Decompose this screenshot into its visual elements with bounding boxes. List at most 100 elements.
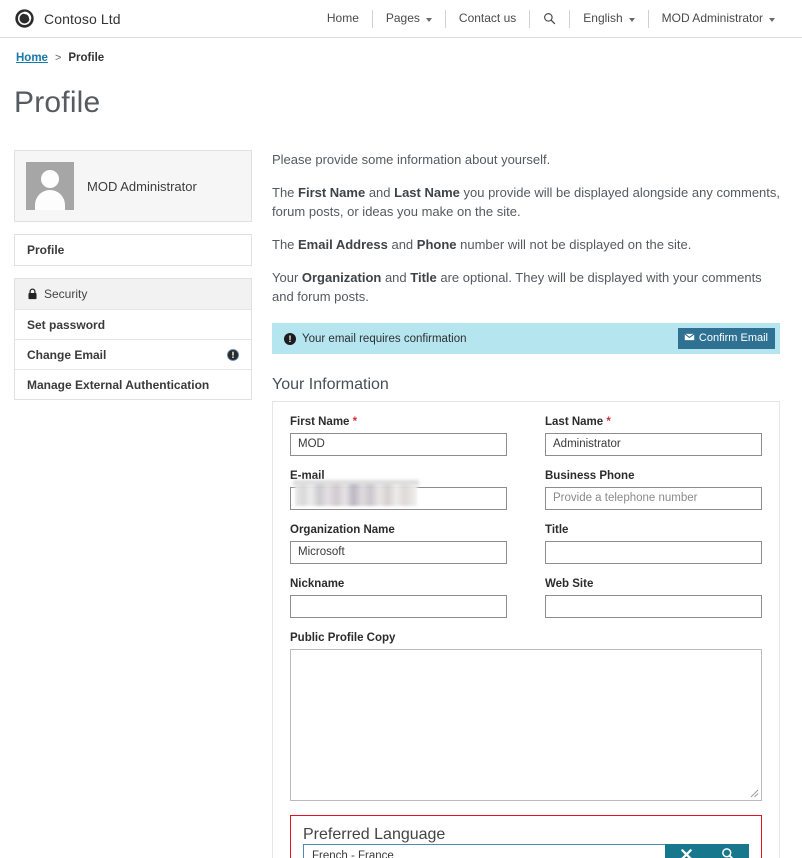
preferred-language-input[interactable]: French - France	[303, 844, 665, 858]
nav-item-home[interactable]: Home	[314, 0, 372, 37]
confirm-email-button[interactable]: Confirm Email	[677, 328, 775, 349]
text-fragment: Your	[272, 270, 302, 285]
intro-paragraph-4: Your Organization and Title are optional…	[272, 268, 780, 306]
envelope-icon	[683, 332, 695, 344]
field-email: E-mail	[290, 470, 507, 510]
intro-paragraph-1: Please provide some information about yo…	[272, 152, 551, 167]
page-layout: MOD Administrator Profile Security Set p…	[0, 150, 802, 858]
navbar-menu: Home Pages Contact us English MOD Admini…	[314, 0, 788, 37]
chevron-down-icon	[628, 17, 635, 22]
email-input[interactable]	[290, 480, 507, 510]
preferred-language-search-button[interactable]	[707, 844, 749, 858]
business-phone-input[interactable]: Provide a telephone number	[545, 487, 762, 510]
field-label-last-name: Last Name *	[545, 416, 762, 428]
alert-message: Your email requires confirmation	[302, 332, 467, 345]
nav-item-label: Pages	[385, 11, 420, 25]
label-text: Last Name	[545, 416, 604, 428]
redaction-overlay	[295, 484, 417, 506]
text-bold-first-name: First Name	[298, 185, 366, 200]
label-text: Organization Name	[290, 524, 395, 536]
email-confirmation-alert: ! Your email requires confirmation Confi…	[272, 323, 780, 354]
intro-paragraph-3: The Email Address and Phone number will …	[272, 235, 780, 254]
form-row-org-title: Organization Name Microsoft Title	[290, 524, 762, 564]
required-marker: *	[352, 416, 358, 428]
organization-name-input[interactable]: Microsoft	[290, 541, 507, 564]
text-fragment: and	[387, 237, 417, 252]
text-bold-email-address: Email Address	[298, 237, 388, 252]
field-first-name: First Name * MOD	[290, 416, 507, 456]
section-title-your-information: Your Information	[272, 376, 780, 402]
last-name-input[interactable]: Administrator	[545, 433, 762, 456]
title-input[interactable]	[545, 541, 762, 564]
field-label-nickname: Nickname	[290, 578, 507, 590]
sidebar-item-set-password[interactable]: Set password	[15, 309, 251, 339]
field-nickname: Nickname	[290, 578, 507, 618]
field-label-preferred-language: Preferred Language	[303, 826, 445, 843]
nav-item-user-menu[interactable]: MOD Administrator	[649, 0, 788, 37]
label-text: Web Site	[545, 578, 594, 590]
preferred-language-highlight: Preferred Language French - France	[290, 815, 762, 858]
field-label-web-site: Web Site	[545, 578, 762, 590]
first-name-input[interactable]: MOD	[290, 433, 507, 456]
sidebar-profile-name: MOD Administrator	[87, 178, 197, 194]
lock-icon	[27, 288, 38, 300]
field-label-first-name: First Name *	[290, 416, 507, 428]
chevron-down-icon	[425, 17, 432, 22]
nickname-input[interactable]	[290, 595, 507, 618]
search-icon	[543, 12, 556, 25]
label-text: Title	[545, 524, 569, 536]
brand-link[interactable]: Contoso Ltd	[14, 8, 121, 29]
sidebar-item-change-email[interactable]: Change Email	[15, 339, 251, 369]
field-label-title: Title	[545, 524, 762, 536]
sidebar-item-manage-external-authentication[interactable]: Manage External Authentication	[15, 369, 251, 399]
sidebar-group-header-security: Security	[15, 279, 251, 309]
avatar-head	[41, 170, 59, 188]
label-text: Preferred Language	[303, 826, 446, 843]
nav-item-label: English	[583, 11, 623, 25]
text-bold-title: Title	[410, 270, 437, 285]
user-avatar-icon	[26, 162, 74, 210]
text-fragment: The	[272, 237, 299, 252]
public-profile-copy-textarea[interactable]	[290, 649, 762, 801]
text-fragment: and	[381, 270, 411, 285]
profile-form: First Name * MOD Last Name * Administrat…	[272, 402, 780, 858]
intro-text: Please provide some information about yo…	[272, 150, 780, 306]
sidebar-item-profile[interactable]: Profile	[15, 235, 251, 265]
web-site-input[interactable]	[545, 595, 762, 618]
breadcrumb-current: Profile	[68, 52, 105, 64]
text-bold-organization: Organization	[301, 270, 382, 285]
form-row-email-phone: E-mail Business Phone Provide a telephon…	[290, 470, 762, 510]
label-text: Business Phone	[545, 470, 635, 482]
label-text: First Name	[290, 416, 350, 428]
text-bold-last-name: Last Name	[394, 185, 460, 200]
brand-name: Contoso Ltd	[44, 10, 121, 27]
sidebar-item-label: Profile	[27, 243, 65, 257]
field-web-site: Web Site	[545, 578, 762, 618]
alert-circle-icon	[227, 348, 239, 361]
nav-item-label: MOD Administrator	[661, 11, 763, 25]
sidebar-item-label: Security	[44, 287, 88, 301]
form-row-nickname-website: Nickname Web Site	[290, 578, 762, 618]
top-navbar: Contoso Ltd Home Pages Contact us Englis…	[0, 0, 802, 38]
preferred-language-clear-button[interactable]	[665, 844, 707, 858]
textarea-resize-handle[interactable]	[749, 788, 759, 798]
sidebar-profile-card: MOD Administrator	[14, 150, 252, 222]
breadcrumb-home-link[interactable]: Home	[16, 52, 48, 64]
sidebar-item-label: Set password	[27, 317, 106, 332]
search-icon	[721, 847, 735, 858]
nav-item-search[interactable]	[530, 12, 569, 25]
nav-item-pages[interactable]: Pages	[373, 0, 445, 37]
sidebar-item-label: Manage External Authentication	[27, 377, 210, 392]
field-label-organization-name: Organization Name	[290, 524, 507, 536]
required-marker: *	[606, 416, 611, 428]
text-fragment: and	[365, 185, 395, 200]
field-organization-name: Organization Name Microsoft	[290, 524, 507, 564]
contoso-ring-logo-icon	[14, 8, 35, 29]
sidebar: MOD Administrator Profile Security Set p…	[14, 150, 252, 858]
nav-item-contact-us[interactable]: Contact us	[446, 0, 529, 37]
field-business-phone: Business Phone Provide a telephone numbe…	[545, 470, 762, 510]
page-title: Profile	[14, 86, 101, 119]
avatar-body	[35, 190, 65, 210]
nav-item-language[interactable]: English	[570, 0, 647, 37]
field-label-public-profile-copy: Public Profile Copy	[290, 632, 762, 644]
